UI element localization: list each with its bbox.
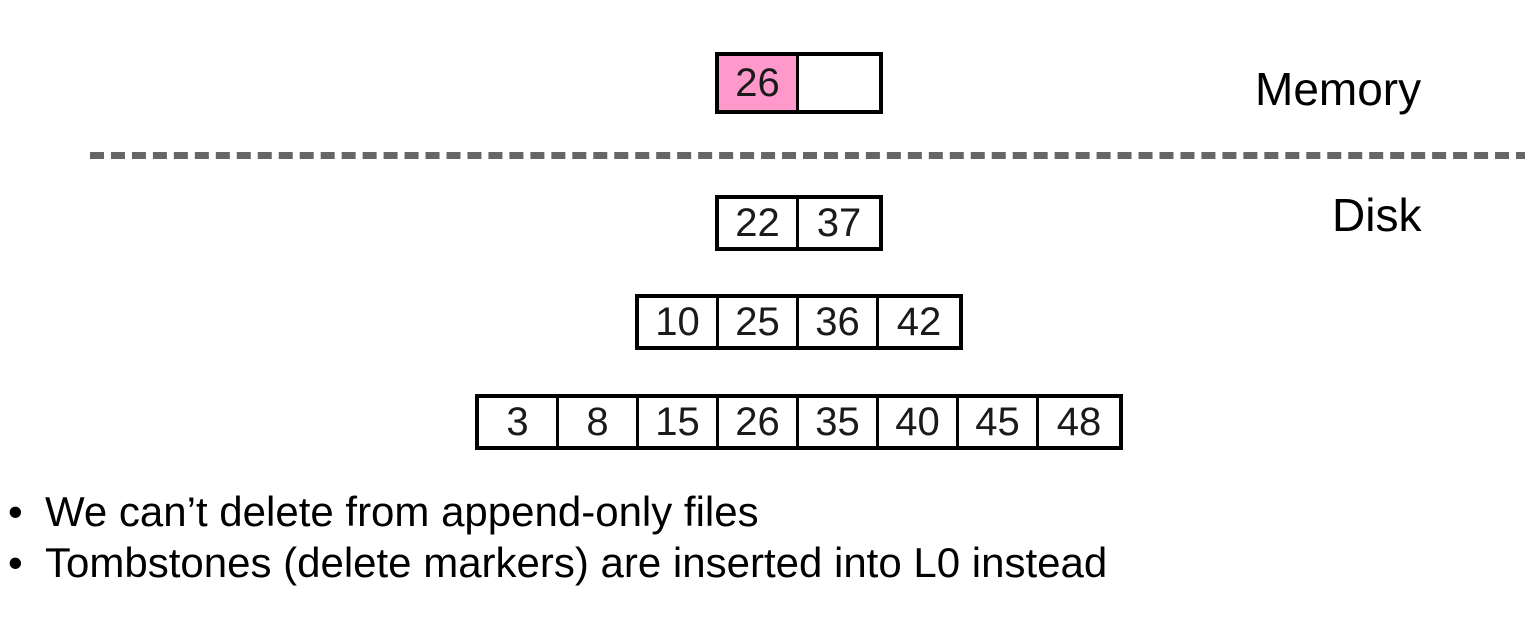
memtable-cell-1 [799,56,879,110]
disk-label: Disk [1332,189,1422,241]
level-2-cell-5: 40 [879,398,959,446]
level-2-cell-7: 48 [1039,398,1119,446]
memory-label: Memory [1255,63,1422,115]
level-2-cell-6: 45 [959,398,1039,446]
bullet-marker-icon: • [8,488,23,535]
memory-disk-divider [90,152,1525,159]
level-0-row: 22 37 [715,195,883,251]
bullet-marker-icon: • [8,539,23,586]
level-0-cell-1: 37 [799,199,879,247]
level-2-cell-0: 3 [479,398,559,446]
level-1-row: 10 25 36 42 [635,294,963,350]
memtable-cell-0: 26 [719,56,799,110]
level-1-cell-1: 25 [719,298,799,346]
bullet-item-1-text: We can’t delete from append-only files [45,488,759,535]
bullet-list: • We can’t delete from append-only files… [0,486,1525,588]
level-2-cell-1: 8 [559,398,639,446]
level-0-cell-0: 22 [719,199,799,247]
bullet-item-2: • Tombstones (delete markers) are insert… [0,537,1525,588]
bullet-item-2-text: Tombstones (delete markers) are inserted… [45,539,1108,586]
level-2-cell-2: 15 [639,398,719,446]
level-1-cell-0: 10 [639,298,719,346]
level-1-cell-3: 42 [879,298,959,346]
memtable-row: 26 [715,52,883,114]
lsm-tree-diagram: 26 22 37 10 25 36 42 3 8 15 26 35 40 45 … [0,0,1525,480]
level-1-cell-2: 36 [799,298,879,346]
level-2-cell-4: 35 [799,398,879,446]
bullet-item-1: • We can’t delete from append-only files [0,486,1525,537]
level-2-row: 3 8 15 26 35 40 45 48 [475,394,1123,450]
level-2-cell-3: 26 [719,398,799,446]
